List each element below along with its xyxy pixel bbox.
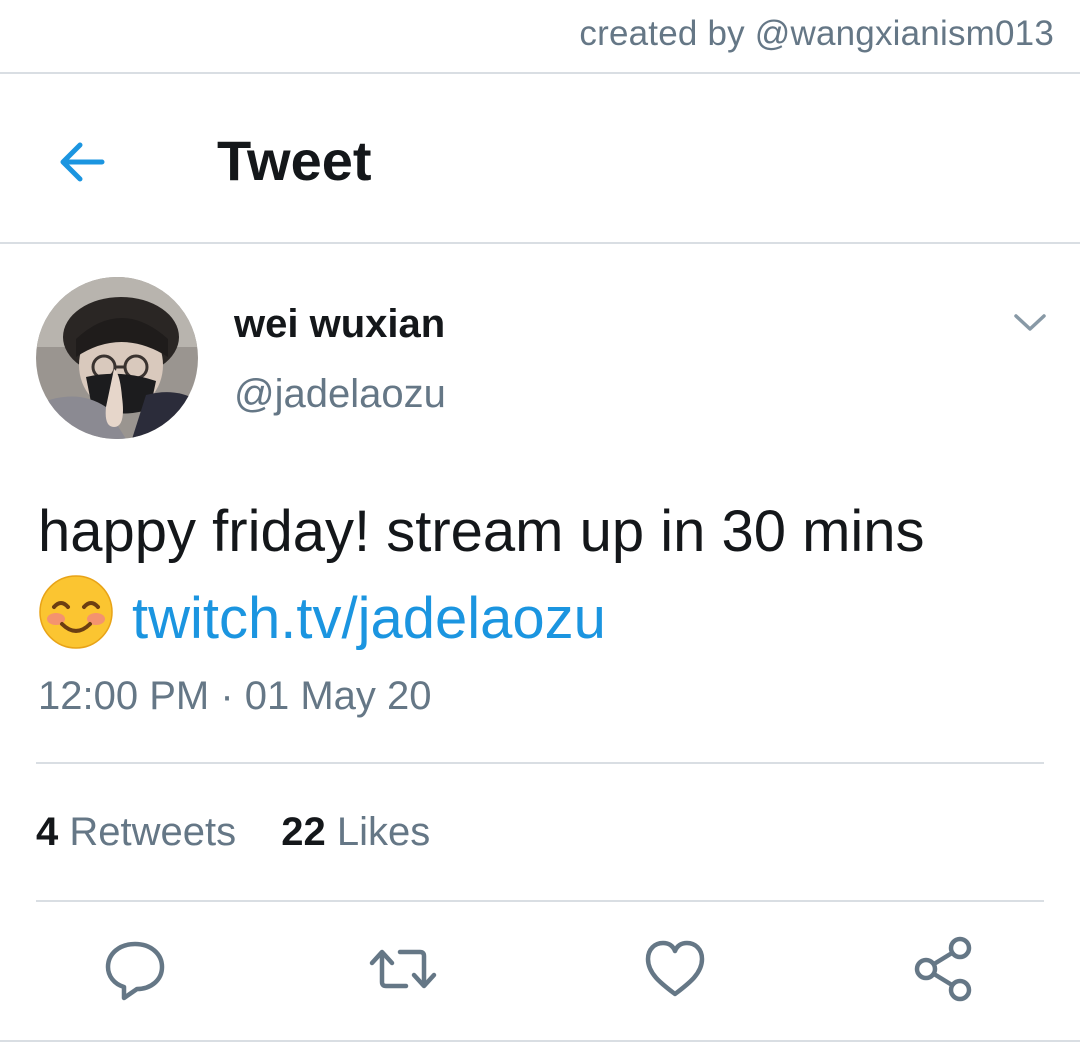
divider <box>0 242 1080 244</box>
chevron-down-icon <box>1014 314 1046 331</box>
tweet-text-main: happy friday! stream up in 30 mins <box>38 499 925 564</box>
retweet-icon <box>369 949 437 989</box>
divider <box>0 72 1080 74</box>
avatar[interactable] <box>36 277 198 439</box>
tweet-stats: 4 Retweets 22 Likes <box>36 810 464 855</box>
smiling-face-emoji-icon <box>38 574 114 650</box>
likes-label: Likes <box>336 810 431 854</box>
arrow-left-icon <box>60 142 105 182</box>
like-button[interactable] <box>640 934 710 1004</box>
tweet-text: happy friday! stream up in 30 mins twitc… <box>38 490 1048 661</box>
avatar-image <box>36 277 198 439</box>
reply-button[interactable] <box>100 934 170 1004</box>
retweets-label: Retweets <box>69 810 237 854</box>
retweet-button[interactable] <box>368 934 438 1004</box>
share-button[interactable] <box>908 934 978 1004</box>
tweet-timestamp[interactable]: 12:00 PM · 01 May 20 <box>38 674 432 719</box>
likes-stat[interactable]: 22 Likes <box>281 810 430 854</box>
back-button[interactable] <box>52 132 112 192</box>
divider <box>0 1040 1080 1042</box>
tweet-link[interactable]: twitch.tv/jadelaozu <box>132 586 606 651</box>
retweets-stat[interactable]: 4 Retweets <box>36 810 236 854</box>
likes-count: 22 <box>281 810 326 854</box>
more-options-button[interactable] <box>1008 302 1052 342</box>
page-title: Tweet <box>217 129 372 192</box>
reply-icon <box>105 941 165 1001</box>
author-display-name[interactable]: wei wuxian <box>234 302 445 347</box>
heart-icon <box>645 940 705 997</box>
divider <box>36 900 1044 902</box>
retweets-count: 4 <box>36 810 59 854</box>
author-handle[interactable]: @jadelaozu <box>234 372 446 417</box>
watermark-credit: created by @wangxianism013 <box>579 14 1054 53</box>
share-icon <box>914 936 972 1002</box>
divider <box>36 762 1044 764</box>
